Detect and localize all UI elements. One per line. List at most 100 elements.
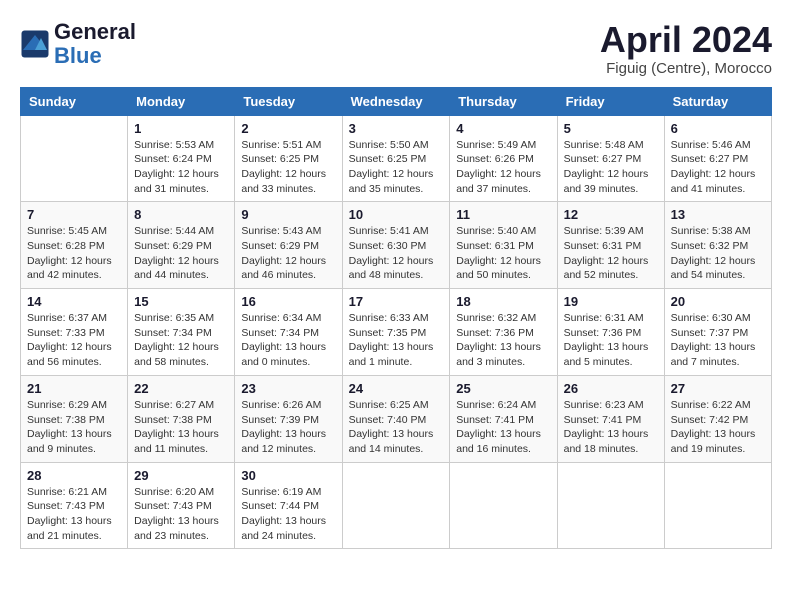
day-info: Sunrise: 5:38 AM Sunset: 6:32 PM Dayligh…: [671, 224, 765, 283]
day-number: 29: [134, 468, 228, 483]
col-header-sunday: Sunday: [21, 87, 128, 115]
day-cell: 28Sunrise: 6:21 AM Sunset: 7:43 PM Dayli…: [21, 462, 128, 549]
day-number: 9: [241, 207, 335, 222]
day-number: 25: [456, 381, 550, 396]
day-cell: 22 Sunrise: 6:27 AM Sunset: 7:38 PM Dayli…: [128, 375, 235, 462]
day-number: 18: [456, 294, 550, 309]
day-info: Sunrise: 5:48 AM Sunset: 6:27 PM Dayligh…: [564, 138, 658, 197]
day-cell: [557, 462, 664, 549]
day-cell: 7 Sunrise: 5:45 AM Sunset: 6:28 PM Daylig…: [21, 202, 128, 289]
day-cell: 23 Sunrise: 6:26 AM Sunset: 7:39 PM Dayli…: [235, 375, 342, 462]
day-number: 6: [671, 121, 765, 136]
day-cell: 16Sunrise: 6:34 AM Sunset: 7:34 PM Dayli…: [235, 289, 342, 376]
day-cell: 1Sunrise: 5:53 AM Sunset: 6:24 PM Daylig…: [128, 115, 235, 202]
day-number: 22: [134, 381, 228, 396]
day-number: 8: [134, 207, 228, 222]
day-number: 11: [456, 207, 550, 222]
day-number: 5: [564, 121, 658, 136]
day-number: 30: [241, 468, 335, 483]
day-number: 7: [27, 207, 121, 222]
day-cell: 25 Sunrise: 6:24 AM Sunset: 7:41 PM Dayli…: [450, 375, 557, 462]
week-row-4: 21 Sunrise: 6:29 AM Sunset: 7:38 PM Dayli…: [21, 375, 772, 462]
logo-line1: General: [54, 20, 136, 44]
day-number: 21: [27, 381, 121, 396]
col-header-monday: Monday: [128, 87, 235, 115]
day-cell: 8 Sunrise: 5:44 AM Sunset: 6:29 PM Daylig…: [128, 202, 235, 289]
day-number: 14: [27, 294, 121, 309]
day-cell: 15Sunrise: 6:35 AM Sunset: 7:34 PM Dayli…: [128, 289, 235, 376]
col-header-thursday: Thursday: [450, 87, 557, 115]
day-number: 17: [349, 294, 444, 309]
day-info: Sunrise: 6:19 AM Sunset: 7:44 PM Dayligh…: [241, 485, 335, 544]
day-info: Sunrise: 5:45 AM Sunset: 6:28 PM Dayligh…: [27, 224, 121, 283]
day-number: 19: [564, 294, 658, 309]
day-number: 26: [564, 381, 658, 396]
day-number: 12: [564, 207, 658, 222]
day-info: Sunrise: 5:44 AM Sunset: 6:29 PM Dayligh…: [134, 224, 228, 283]
day-number: 10: [349, 207, 444, 222]
day-cell: 6 Sunrise: 5:46 AM Sunset: 6:27 PM Daylig…: [664, 115, 771, 202]
day-cell: 9 Sunrise: 5:43 AM Sunset: 6:29 PM Daylig…: [235, 202, 342, 289]
day-info: Sunrise: 6:31 AM Sunset: 7:36 PM Dayligh…: [564, 311, 658, 370]
logo: General Blue: [20, 20, 136, 68]
day-cell: 24Sunrise: 6:25 AM Sunset: 7:40 PM Dayli…: [342, 375, 450, 462]
day-cell: 17 Sunrise: 6:33 AM Sunset: 7:35 PM Dayli…: [342, 289, 450, 376]
col-header-saturday: Saturday: [664, 87, 771, 115]
day-cell: [664, 462, 771, 549]
day-info: Sunrise: 6:32 AM Sunset: 7:36 PM Dayligh…: [456, 311, 550, 370]
month-title: April 2024: [600, 20, 772, 60]
day-info: Sunrise: 5:40 AM Sunset: 6:31 PM Dayligh…: [456, 224, 550, 283]
col-header-tuesday: Tuesday: [235, 87, 342, 115]
day-info: Sunrise: 5:41 AM Sunset: 6:30 PM Dayligh…: [349, 224, 444, 283]
day-info: Sunrise: 6:27 AM Sunset: 7:38 PM Dayligh…: [134, 398, 228, 457]
title-area: April 2024 Figuig (Centre), Morocco: [600, 20, 772, 77]
day-cell: 4 Sunrise: 5:49 AM Sunset: 6:26 PM Daylig…: [450, 115, 557, 202]
day-cell: 2Sunrise: 5:51 AM Sunset: 6:25 PM Daylig…: [235, 115, 342, 202]
day-info: Sunrise: 6:22 AM Sunset: 7:42 PM Dayligh…: [671, 398, 765, 457]
day-number: 23: [241, 381, 335, 396]
day-info: Sunrise: 5:51 AM Sunset: 6:25 PM Dayligh…: [241, 138, 335, 197]
day-info: Sunrise: 6:29 AM Sunset: 7:38 PM Dayligh…: [27, 398, 121, 457]
day-cell: [342, 462, 450, 549]
day-info: Sunrise: 5:53 AM Sunset: 6:24 PM Dayligh…: [134, 138, 228, 197]
day-cell: 19 Sunrise: 6:31 AM Sunset: 7:36 PM Dayli…: [557, 289, 664, 376]
calendar-header-row: SundayMondayTuesdayWednesdayThursdayFrid…: [21, 87, 772, 115]
week-row-3: 14 Sunrise: 6:37 AM Sunset: 7:33 PM Dayli…: [21, 289, 772, 376]
day-info: Sunrise: 6:21 AM Sunset: 7:43 PM Dayligh…: [27, 485, 121, 544]
day-cell: 10 Sunrise: 5:41 AM Sunset: 6:30 PM Dayli…: [342, 202, 450, 289]
day-cell: 3 Sunrise: 5:50 AM Sunset: 6:25 PM Daylig…: [342, 115, 450, 202]
day-info: Sunrise: 6:24 AM Sunset: 7:41 PM Dayligh…: [456, 398, 550, 457]
day-cell: 12 Sunrise: 5:39 AM Sunset: 6:31 PM Dayli…: [557, 202, 664, 289]
day-cell: [450, 462, 557, 549]
day-info: Sunrise: 6:37 AM Sunset: 7:33 PM Dayligh…: [27, 311, 121, 370]
day-info: Sunrise: 6:20 AM Sunset: 7:43 PM Dayligh…: [134, 485, 228, 544]
day-number: 27: [671, 381, 765, 396]
day-cell: [21, 115, 128, 202]
day-info: Sunrise: 5:49 AM Sunset: 6:26 PM Dayligh…: [456, 138, 550, 197]
day-cell: 21 Sunrise: 6:29 AM Sunset: 7:38 PM Dayli…: [21, 375, 128, 462]
day-number: 16: [241, 294, 335, 309]
day-number: 20: [671, 294, 765, 309]
day-info: Sunrise: 5:39 AM Sunset: 6:31 PM Dayligh…: [564, 224, 658, 283]
day-number: 3: [349, 121, 444, 136]
day-info: Sunrise: 5:46 AM Sunset: 6:27 PM Dayligh…: [671, 138, 765, 197]
day-cell: 29 Sunrise: 6:20 AM Sunset: 7:43 PM Dayli…: [128, 462, 235, 549]
col-header-wednesday: Wednesday: [342, 87, 450, 115]
calendar-table: SundayMondayTuesdayWednesdayThursdayFrid…: [20, 87, 772, 550]
day-number: 13: [671, 207, 765, 222]
day-cell: 11 Sunrise: 5:40 AM Sunset: 6:31 PM Dayli…: [450, 202, 557, 289]
week-row-1: 1Sunrise: 5:53 AM Sunset: 6:24 PM Daylig…: [21, 115, 772, 202]
day-info: Sunrise: 5:50 AM Sunset: 6:25 PM Dayligh…: [349, 138, 444, 197]
logo-icon: [20, 29, 50, 59]
day-number: 4: [456, 121, 550, 136]
location-subtitle: Figuig (Centre), Morocco: [600, 60, 772, 77]
day-cell: 13 Sunrise: 5:38 AM Sunset: 6:32 PM Dayli…: [664, 202, 771, 289]
header: General Blue April 2024 Figuig (Centre),…: [20, 20, 772, 77]
day-info: Sunrise: 6:25 AM Sunset: 7:40 PM Dayligh…: [349, 398, 444, 457]
day-info: Sunrise: 6:33 AM Sunset: 7:35 PM Dayligh…: [349, 311, 444, 370]
day-info: Sunrise: 5:43 AM Sunset: 6:29 PM Dayligh…: [241, 224, 335, 283]
day-info: Sunrise: 6:26 AM Sunset: 7:39 PM Dayligh…: [241, 398, 335, 457]
col-header-friday: Friday: [557, 87, 664, 115]
day-cell: 5 Sunrise: 5:48 AM Sunset: 6:27 PM Daylig…: [557, 115, 664, 202]
week-row-2: 7 Sunrise: 5:45 AM Sunset: 6:28 PM Daylig…: [21, 202, 772, 289]
